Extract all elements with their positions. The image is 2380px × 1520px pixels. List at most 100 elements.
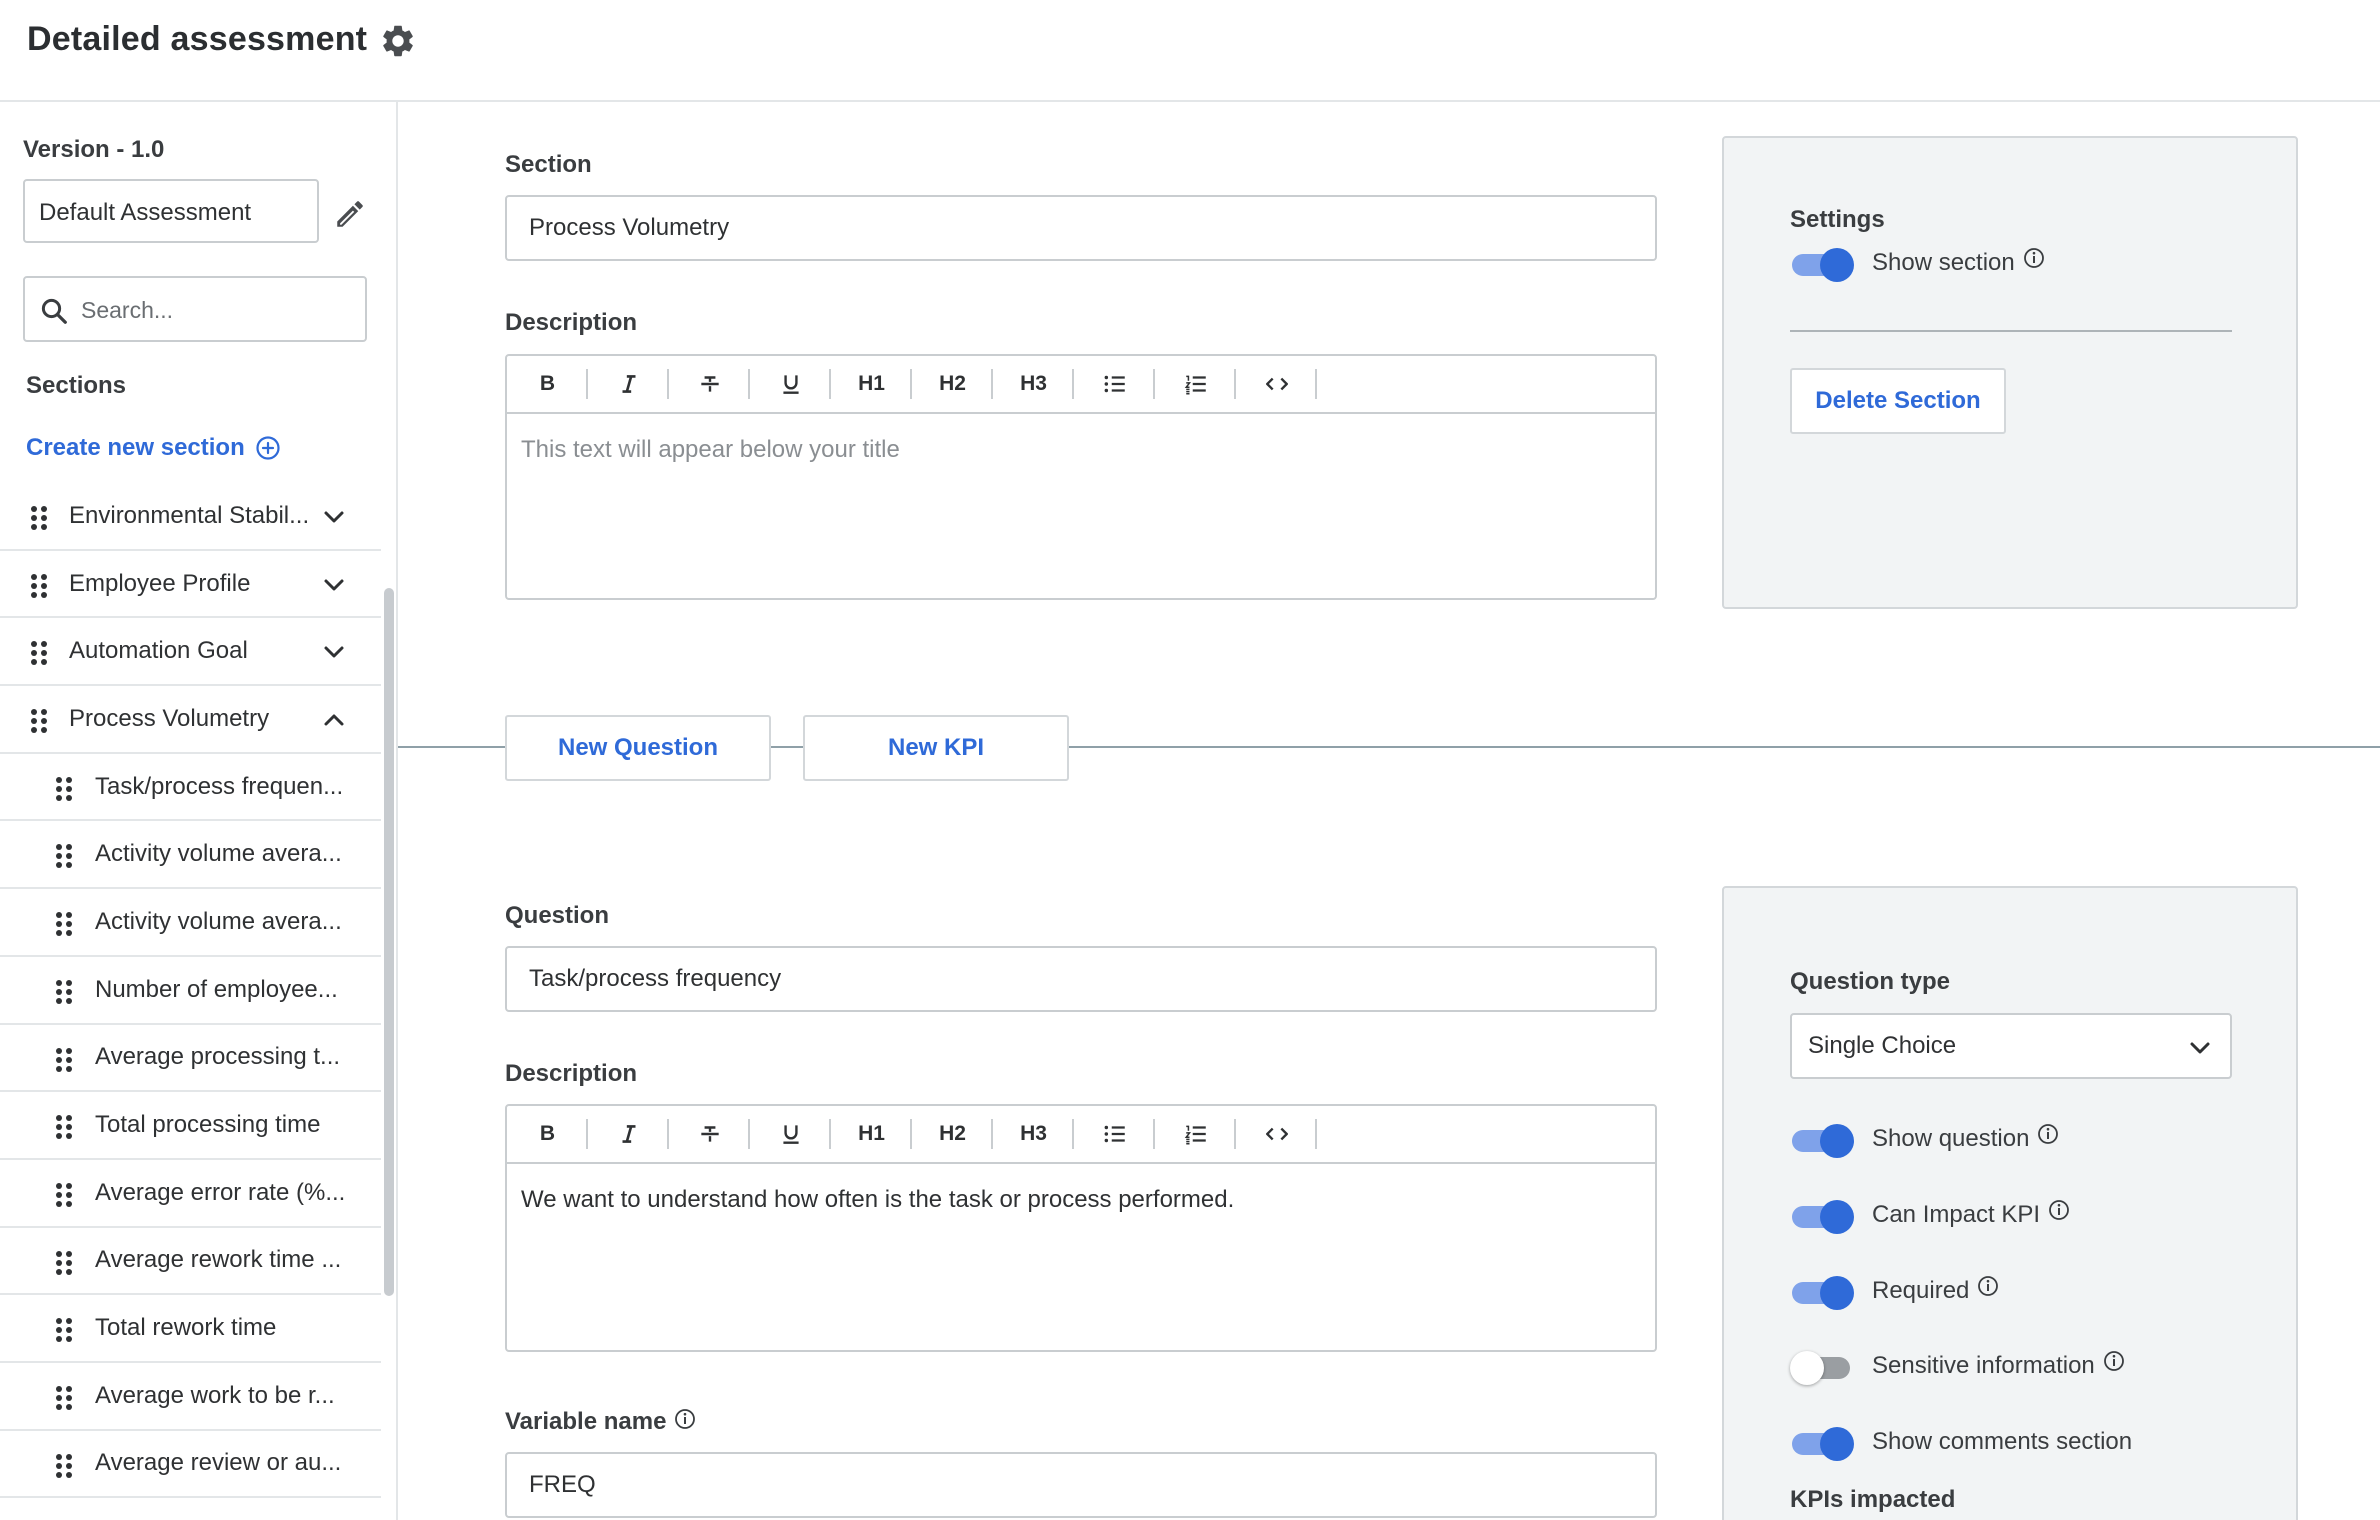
- show-comments-toggle[interactable]: [1792, 1427, 1854, 1461]
- heading2-button[interactable]: H2: [912, 1105, 993, 1163]
- sidebar-scrollbar[interactable]: [384, 588, 394, 1296]
- strikethrough-icon: [700, 376, 719, 392]
- sidebar-subitem[interactable]: Total rework time: [0, 1295, 381, 1363]
- italic-button[interactable]: [588, 355, 669, 413]
- sidebar-item-automation-goal[interactable]: Automation Goal: [0, 618, 381, 687]
- italic-button[interactable]: [588, 1105, 669, 1163]
- sidebar-subitem-label: Task/process frequen...: [95, 772, 344, 800]
- show-section-label: Show section: [1872, 249, 2015, 276]
- sidebar-subitem[interactable]: Activity volume avera...: [0, 821, 381, 890]
- drag-handle-icon[interactable]: [55, 1114, 73, 1140]
- search-icon: [41, 298, 67, 324]
- drag-handle-icon[interactable]: [30, 573, 48, 599]
- sidebar-subitem-label: Total processing time: [95, 1111, 321, 1139]
- numbered-list-button[interactable]: [1155, 1105, 1236, 1163]
- sidebar-subitem-label: Average rework time ...: [95, 1246, 342, 1274]
- strikethrough-button[interactable]: [669, 355, 750, 413]
- bullet-list-button[interactable]: [1074, 355, 1155, 413]
- edit-pencil-icon[interactable]: [333, 197, 367, 231]
- drag-handle-icon[interactable]: [55, 776, 73, 802]
- delete-section-button[interactable]: Delete Section: [1790, 368, 2006, 434]
- bold-button[interactable]: B: [507, 355, 588, 413]
- heading3-button[interactable]: H3: [993, 355, 1074, 413]
- sidebar-subitem[interactable]: Average rework time ...: [0, 1228, 381, 1296]
- underline-button[interactable]: [750, 1105, 831, 1163]
- underline-button[interactable]: [750, 355, 831, 413]
- show-section-toggle[interactable]: [1792, 248, 1854, 282]
- show-section-row: Show section: [1792, 247, 2045, 282]
- drag-handle-icon[interactable]: [55, 1250, 73, 1276]
- plus-circle-icon: [256, 436, 280, 460]
- info-icon[interactable]: [674, 1408, 696, 1430]
- sidebar-item-process-volumetry[interactable]: Process Volumetry: [0, 686, 381, 754]
- sensitive-info-toggle[interactable]: [1790, 1351, 1854, 1385]
- new-kpi-button[interactable]: New KPI: [803, 715, 1069, 781]
- sidebar-item-label: Environmental Stabil...: [69, 501, 310, 529]
- code-button[interactable]: [1236, 355, 1317, 413]
- drag-handle-icon[interactable]: [55, 1317, 73, 1343]
- sidebar-subitem[interactable]: Activity volume avera...: [0, 889, 381, 957]
- chevron-down-icon: [2186, 1034, 2214, 1062]
- create-section-link[interactable]: Create new section: [26, 434, 281, 462]
- heading2-button[interactable]: H2: [912, 355, 993, 413]
- heading3-button[interactable]: H3: [993, 1105, 1074, 1163]
- numbered-list-button[interactable]: [1155, 355, 1236, 413]
- drag-handle-icon[interactable]: [30, 505, 48, 531]
- chevron-up-icon[interactable]: [320, 706, 348, 734]
- sidebar-item-environmental-stability[interactable]: Environmental Stabil...: [0, 483, 381, 551]
- sidebar-subitem[interactable]: Task/process frequen...: [0, 754, 381, 822]
- sidebar-item-employee-profile[interactable]: Employee Profile: [0, 551, 381, 619]
- variable-name-label: Variable name: [505, 1408, 667, 1435]
- question-input[interactable]: Task/process frequency: [505, 946, 1657, 1012]
- sidebar-subitem[interactable]: Average work to be r...: [0, 1363, 381, 1431]
- heading1-button[interactable]: H1: [831, 355, 912, 413]
- drag-handle-icon[interactable]: [30, 640, 48, 666]
- drag-handle-icon[interactable]: [55, 1182, 73, 1208]
- section-description-editor: B H1 H2 H3 This text will appear below y…: [505, 354, 1657, 600]
- info-icon[interactable]: [1977, 1275, 1999, 1297]
- show-question-toggle[interactable]: [1792, 1124, 1854, 1158]
- bullet-list-button[interactable]: [1074, 1105, 1155, 1163]
- settings-divider: [1790, 330, 2232, 332]
- assessment-name-field[interactable]: Default Assessment: [23, 179, 319, 243]
- sensitive-info-row: Sensitive information: [1790, 1350, 2125, 1385]
- drag-handle-icon[interactable]: [55, 979, 73, 1005]
- drag-handle-icon[interactable]: [55, 1453, 73, 1479]
- sidebar-subitem[interactable]: Average review or au...: [0, 1431, 381, 1499]
- sidebar-subitem[interactable]: Number of employee...: [0, 957, 381, 1025]
- bold-button[interactable]: B: [507, 1105, 588, 1163]
- variable-name-input[interactable]: FREQ: [505, 1452, 1657, 1518]
- section-name-input[interactable]: Process Volumetry: [505, 195, 1657, 261]
- drag-handle-icon[interactable]: [55, 1047, 73, 1073]
- question-type-select[interactable]: Single Choice: [1790, 1013, 2232, 1079]
- info-icon[interactable]: [2103, 1350, 2125, 1372]
- drag-handle-icon[interactable]: [55, 843, 73, 869]
- gear-icon[interactable]: [379, 22, 417, 60]
- sidebar-subitem[interactable]: Average error rate (%...: [0, 1160, 381, 1228]
- sidebar-subitem[interactable]: Average processing t...: [0, 1025, 381, 1093]
- drag-handle-icon[interactable]: [30, 708, 48, 734]
- drag-handle-icon[interactable]: [55, 911, 73, 937]
- sidebar-subitem-label: Activity volume avera...: [95, 840, 342, 868]
- required-toggle[interactable]: [1792, 1276, 1854, 1310]
- info-icon[interactable]: [2023, 247, 2045, 269]
- chevron-down-icon[interactable]: [320, 571, 348, 599]
- drag-handle-icon[interactable]: [55, 1385, 73, 1411]
- can-impact-kpi-label: Can Impact KPI: [1872, 1201, 2041, 1228]
- chevron-down-icon[interactable]: [320, 638, 348, 666]
- new-question-button[interactable]: New Question: [505, 715, 771, 781]
- question-description-text[interactable]: We want to understand how often is the t…: [521, 1186, 1641, 1214]
- sensitive-info-label: Sensitive information: [1872, 1352, 2095, 1379]
- code-button[interactable]: [1236, 1105, 1317, 1163]
- search-input[interactable]: [81, 290, 351, 330]
- description-placeholder[interactable]: This text will appear below your title: [521, 436, 1641, 464]
- chevron-down-icon[interactable]: [320, 503, 348, 531]
- sidebar-subitem-label: Average error rate (%...: [95, 1178, 346, 1206]
- info-icon[interactable]: [2048, 1199, 2070, 1221]
- settings-heading: Settings: [1790, 206, 1885, 233]
- strikethrough-button[interactable]: [669, 1105, 750, 1163]
- sidebar-subitem[interactable]: Total processing time: [0, 1092, 381, 1160]
- can-impact-kpi-toggle[interactable]: [1792, 1200, 1854, 1234]
- heading1-button[interactable]: H1: [831, 1105, 912, 1163]
- info-icon[interactable]: [2037, 1123, 2059, 1145]
